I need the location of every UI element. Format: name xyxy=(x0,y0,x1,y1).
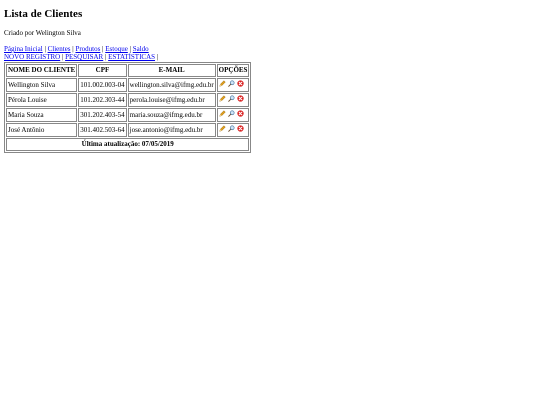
table-row: Pérola Louise 101.202.303-44 perola.louise… xyxy=(6,93,250,107)
header-options: OPÇÕES xyxy=(216,64,250,77)
delete-icon[interactable] xyxy=(237,95,244,105)
header-email: E-MAIL xyxy=(127,64,216,77)
nav-link-novo-registro[interactable]: NOVO REGISTRO xyxy=(4,53,60,61)
pencil-icon[interactable] xyxy=(219,80,226,90)
table-header-row: NOME DO CLIENTE CPF E-MAIL OPÇÕES xyxy=(6,64,250,77)
cell-cpf: 101.002.003-04 xyxy=(78,78,127,92)
pencil-icon[interactable] xyxy=(219,95,226,105)
cell-cpf: 301.202.403-54 xyxy=(78,108,127,122)
delete-icon[interactable] xyxy=(237,125,244,135)
nav-separator: | xyxy=(44,45,46,53)
cell-name: Wellington Silva xyxy=(6,78,78,92)
nav-separator: | xyxy=(102,45,104,53)
cell-email: maria.souza@ifmg.edu.br xyxy=(127,108,216,122)
cell-options xyxy=(216,108,250,122)
cell-email: wellington.silva@ifmg.edu.br xyxy=(127,78,216,92)
clients-table: NOME DO CLIENTE CPF E-MAIL OPÇÕES Wellin… xyxy=(4,62,252,153)
nav-separator: | xyxy=(72,45,74,53)
table-footer-row: Última atualização: 07/05/2019 xyxy=(6,138,250,151)
cell-email: jose.antonio@ifmg.edu.br xyxy=(127,123,216,137)
nav-link-home[interactable]: Página Inicial xyxy=(4,45,43,53)
cell-cpf: 301.402.503-64 xyxy=(78,123,127,137)
nav-link-produtos[interactable]: Produtos xyxy=(75,45,100,53)
nav-separator: | xyxy=(129,45,131,53)
primary-nav: Página Inicial | Clientes | Produtos | E… xyxy=(4,45,540,53)
header-cpf: CPF xyxy=(78,64,127,77)
page: Lista de Clientes Criado por Welington S… xyxy=(0,0,540,153)
nav-link-pesquisar[interactable]: PESQUISAR xyxy=(65,53,103,61)
header-name: NOME DO CLIENTE xyxy=(6,64,78,77)
secondary-nav: NOVO REGISTRO | PESQUISAR | ESTATÍSTICAS… xyxy=(4,53,540,61)
cell-options xyxy=(216,123,250,137)
cell-options xyxy=(216,93,250,107)
table-row: Maria Souza 301.202.403-54 maria.souza@ifm… xyxy=(6,108,250,122)
cell-name: Pérola Louise xyxy=(6,93,78,107)
table-row: José Antônio 301.402.503-64 jose.antonio@i… xyxy=(6,123,250,137)
nav-link-estoque[interactable]: Estoque xyxy=(105,45,128,53)
pencil-icon[interactable] xyxy=(219,110,226,120)
cell-options xyxy=(216,78,250,92)
cell-email: perola.louise@ifmg.edu.br xyxy=(127,93,216,107)
delete-icon[interactable] xyxy=(237,110,244,120)
table-row: Wellington Silva 101.002.003-04 wellington… xyxy=(6,78,250,92)
pencil-icon[interactable] xyxy=(219,125,226,135)
nav-link-saldo[interactable]: Saldo xyxy=(133,45,149,53)
nav-separator: | xyxy=(104,53,107,61)
magnifier-icon[interactable] xyxy=(227,110,235,120)
cell-name: Maria Souza xyxy=(6,108,78,122)
nav-link-clientes[interactable]: Clientes xyxy=(48,45,71,53)
table-body: Wellington Silva 101.002.003-04 wellington… xyxy=(6,78,250,137)
last-update: Última atualização: 07/05/2019 xyxy=(6,138,250,151)
magnifier-icon[interactable] xyxy=(227,125,235,135)
page-title: Lista de Clientes xyxy=(4,8,83,20)
magnifier-icon[interactable] xyxy=(227,95,235,105)
delete-icon[interactable] xyxy=(237,80,244,90)
cell-cpf: 101.202.303-44 xyxy=(78,93,127,107)
page-subtitle: Criado por Welington Silva xyxy=(4,29,81,37)
magnifier-icon[interactable] xyxy=(227,80,235,90)
cell-name: José Antônio xyxy=(6,123,78,137)
nav-separator: | xyxy=(61,53,64,61)
nav-link-estatisticas[interactable]: ESTATÍSTICAS xyxy=(108,53,155,61)
nav-separator: | xyxy=(156,53,159,61)
